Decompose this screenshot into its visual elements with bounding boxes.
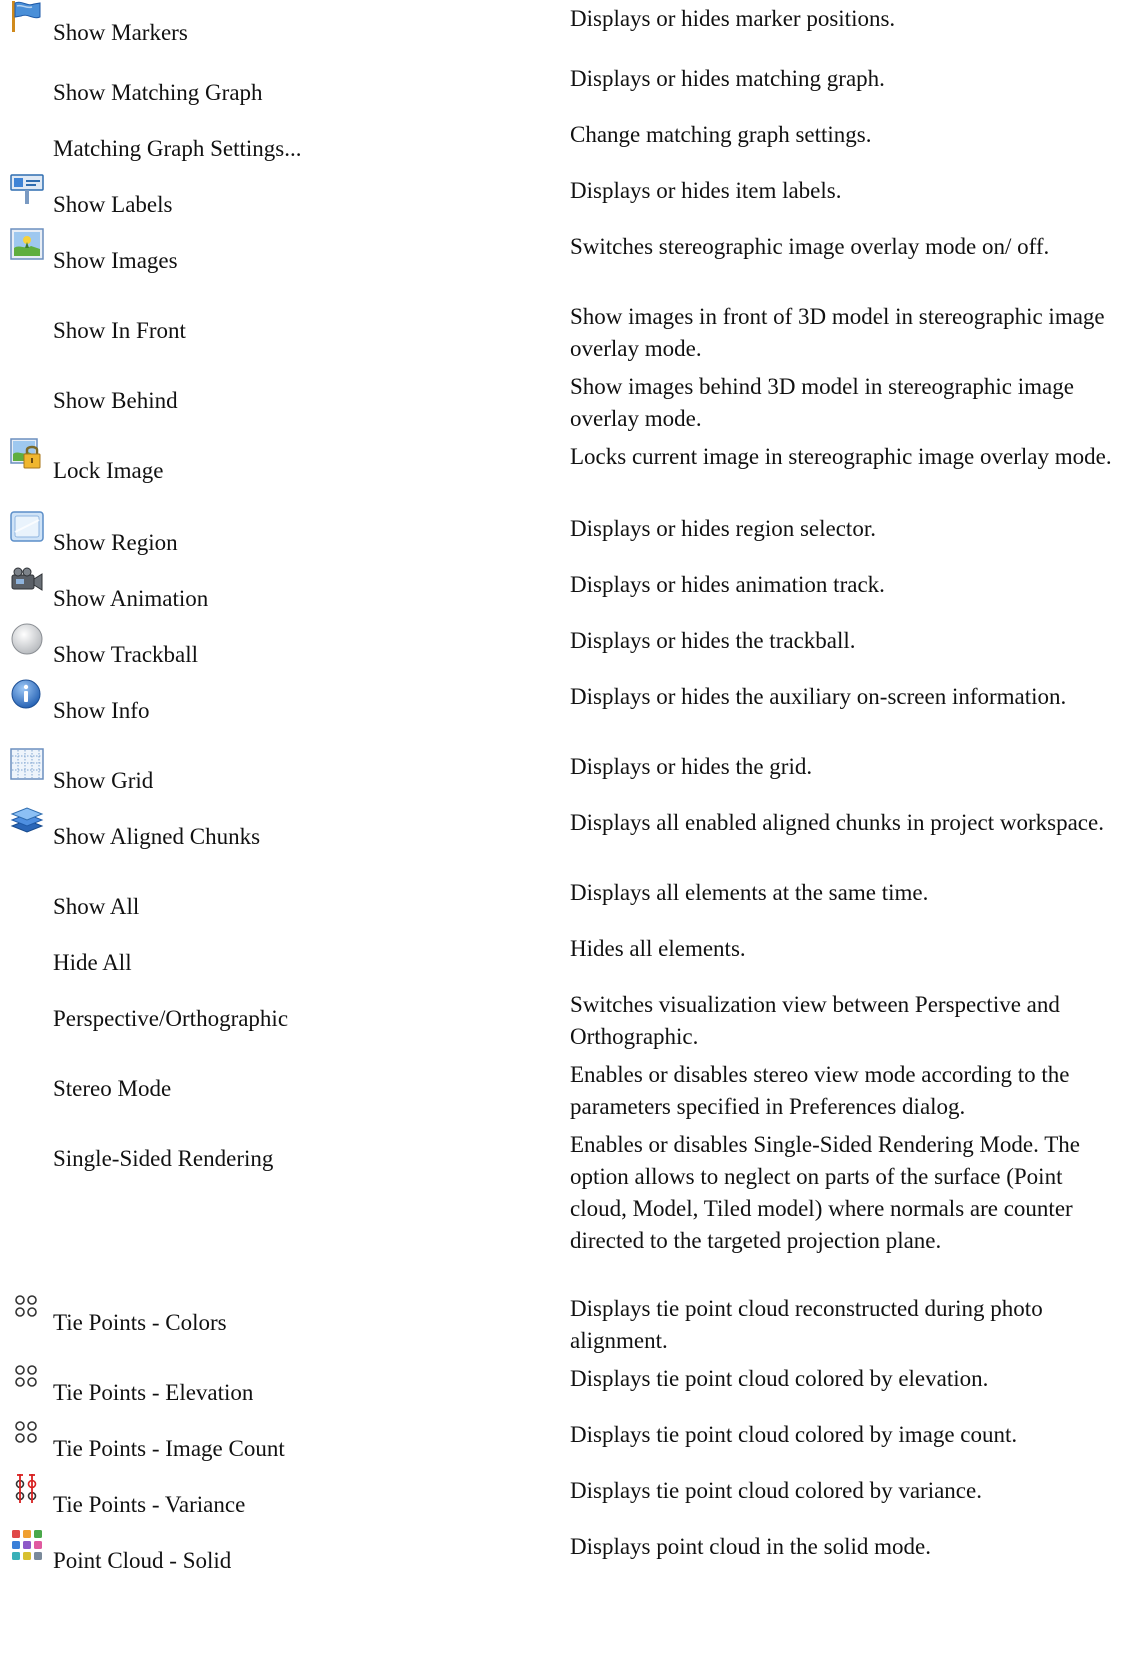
command-label: Show Trackball [53, 642, 199, 667]
tie-points-icon [10, 1360, 44, 1394]
command-label: Show In Front [53, 318, 186, 343]
command-description: Enables or disables stereo view mode acc… [570, 1062, 1070, 1119]
command-label: Show Labels [53, 192, 173, 217]
command-label: Show Region [53, 530, 178, 555]
command-description: Displays all enabled aligned chunks in p… [570, 810, 1104, 835]
command-label: Show All [53, 894, 140, 919]
grid-icon [10, 748, 44, 782]
aligned-chunks-icon [10, 804, 44, 838]
command-description: Displays tie point cloud colored by vari… [570, 1478, 982, 1503]
command-description: Displays point cloud in the solid mode. [570, 1534, 931, 1559]
command-label: Stereo Mode [53, 1076, 172, 1101]
point-cloud-solid-icon [10, 1528, 44, 1562]
command-label: Lock Image [53, 458, 164, 483]
command-description: Show images behind 3D model in stereogra… [570, 374, 1074, 431]
command-description: Switches stereographic image overlay mod… [570, 234, 1050, 259]
command-label: Show Matching Graph [53, 80, 263, 105]
lock-image-icon [10, 438, 44, 472]
command-description: Displays or hides animation track. [570, 572, 885, 597]
command-description: Displays tie point cloud reconstructed d… [570, 1296, 1043, 1353]
command-label: Matching Graph Settings... [53, 136, 302, 161]
command-description: Displays or hides item labels. [570, 178, 842, 203]
command-label: Show Animation [53, 586, 209, 611]
command-label: Hide All [53, 950, 132, 975]
image-icon [10, 228, 44, 262]
command-description: Locks current image in stereographic ima… [570, 444, 1112, 469]
command-label: Perspective/Orthographic [53, 1006, 289, 1031]
command-label: Show Aligned Chunks [53, 824, 261, 849]
command-description: Change matching graph settings. [570, 122, 872, 147]
command-label: Show Images [53, 248, 178, 273]
tie-points-icon [10, 1416, 44, 1450]
command-label: Single-Sided Rendering [53, 1146, 274, 1171]
region-icon [10, 510, 44, 544]
command-description: Displays tie point cloud colored by imag… [570, 1422, 1018, 1447]
command-description: Displays all elements at the same time. [570, 880, 929, 905]
camera-track-icon [10, 566, 44, 600]
command-description: Displays or hides marker positions. [570, 6, 896, 31]
command-label: Point Cloud - Solid [53, 1548, 232, 1573]
command-label: Tie Points - Variance [53, 1492, 246, 1517]
command-description: Show images in front of 3D model in ster… [570, 304, 1105, 361]
command-description: Hides all elements. [570, 936, 746, 961]
tie-points-icon [10, 1290, 44, 1324]
command-label: Tie Points - Colors [53, 1310, 227, 1335]
command-description: Switches visualization view between Pers… [570, 992, 1060, 1049]
info-icon [10, 678, 44, 712]
tie-points-variance-icon [10, 1472, 44, 1506]
command-description: Displays or hides the trackball. [570, 628, 856, 653]
command-label: Tie Points - Image Count [53, 1436, 285, 1461]
command-description: Displays or hides matching graph. [570, 66, 885, 91]
flag-icon [10, 0, 44, 34]
command-label: Show Info [53, 698, 150, 723]
command-label: Show Markers [53, 20, 188, 45]
command-description: Displays or hides the grid. [570, 754, 813, 779]
command-description: Displays or hides the auxiliary on-scree… [570, 684, 1067, 709]
command-label: Tie Points - Elevation [53, 1380, 254, 1405]
command-label: Show Grid [53, 768, 154, 793]
labels-icon [10, 172, 44, 206]
command-description: Displays or hides region selector. [570, 516, 876, 541]
command-description: Enables or disables Single-Sided Renderi… [570, 1132, 1080, 1253]
command-description: Displays tie point cloud colored by elev… [570, 1366, 989, 1391]
command-label: Show Behind [53, 388, 178, 413]
trackball-icon [10, 622, 44, 656]
